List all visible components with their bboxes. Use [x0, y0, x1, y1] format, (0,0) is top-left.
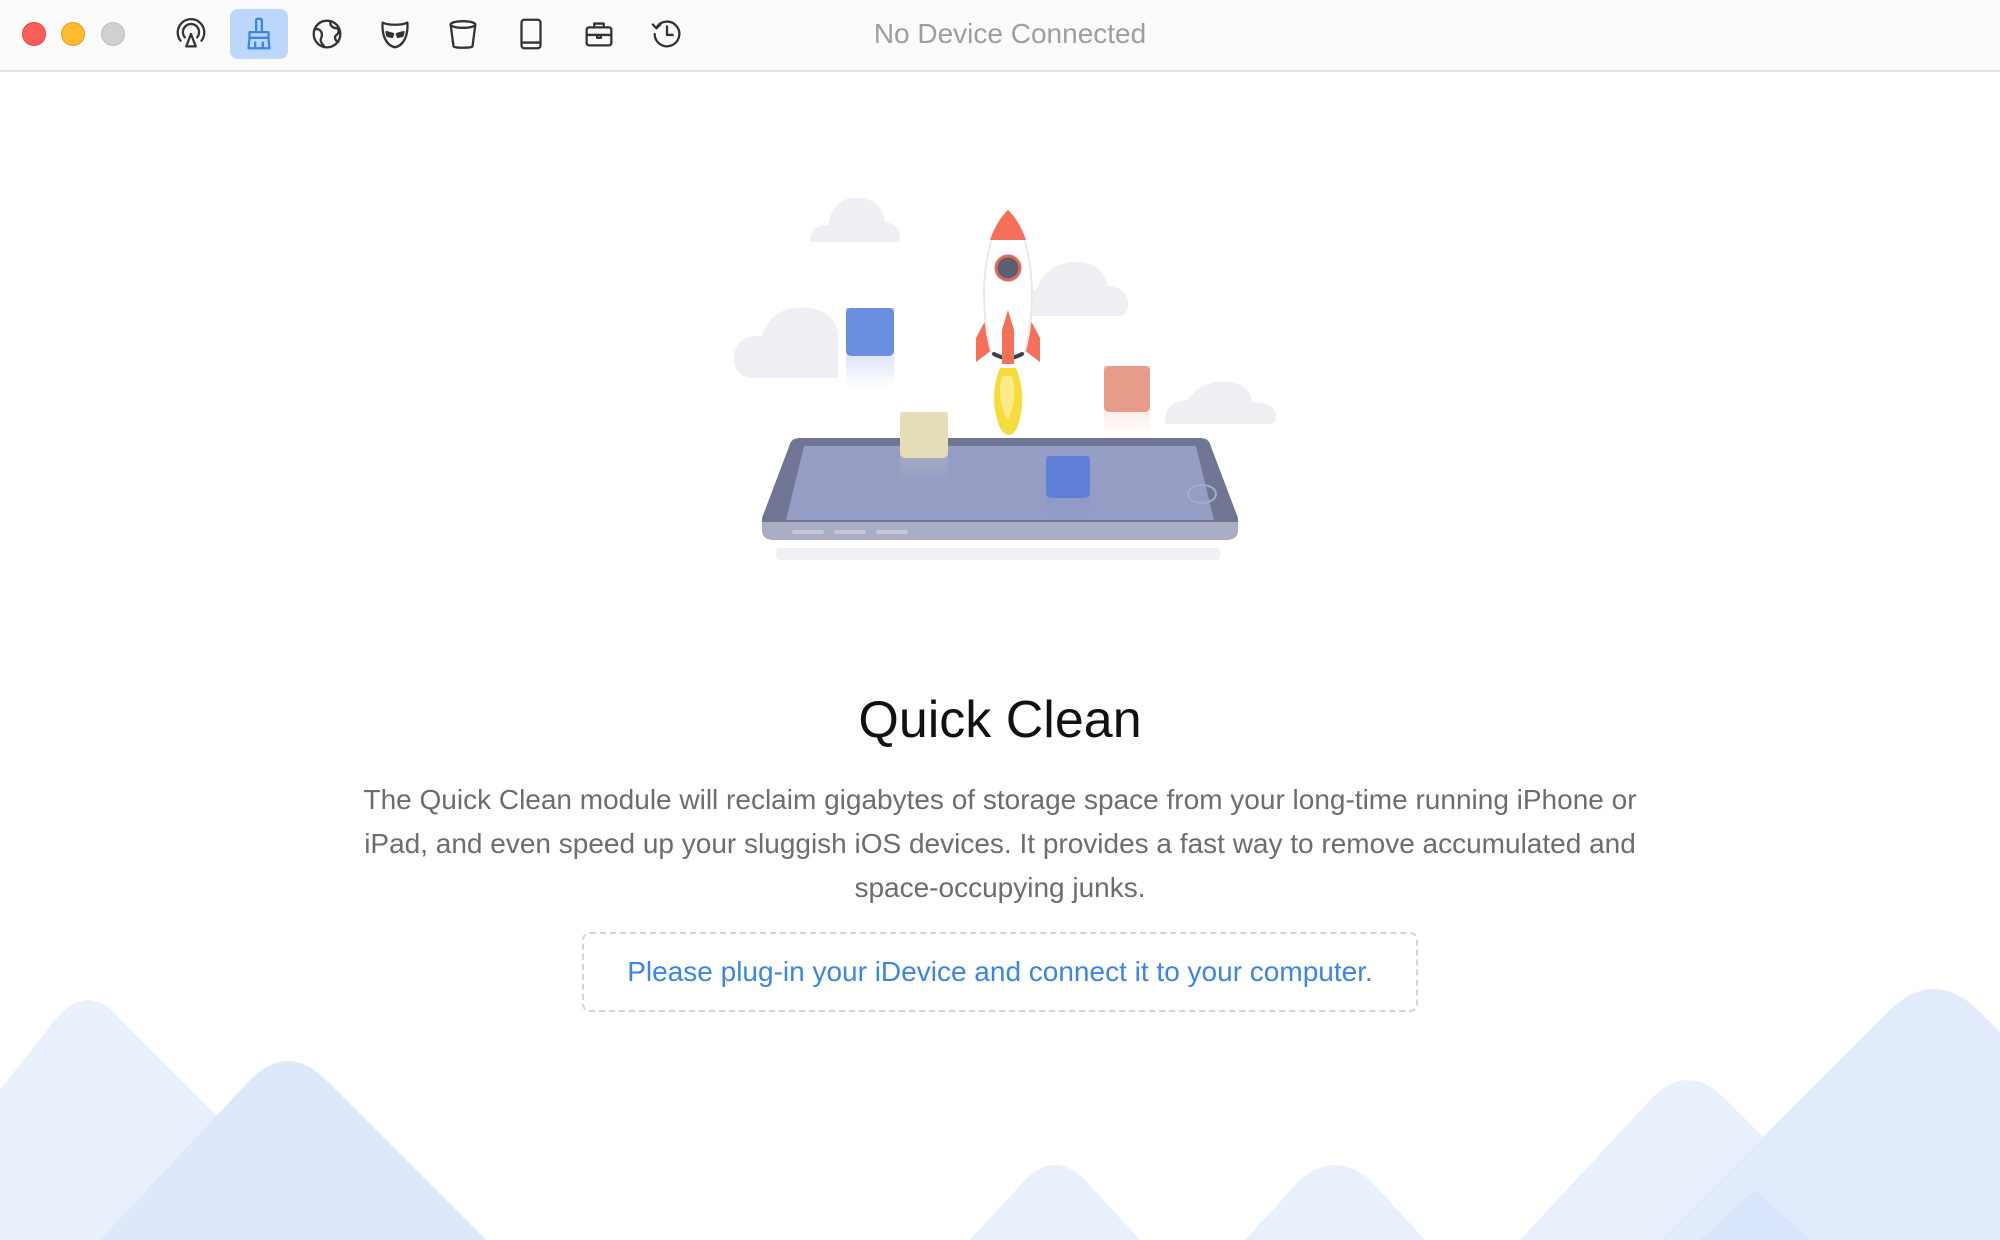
connect-device-prompt: Please plug-in your iDevice and connect …	[582, 932, 1418, 1012]
toolbar-junk-clean-button[interactable]	[434, 9, 492, 59]
app-window: No Device Connected Quick Clean The Quic…	[0, 0, 2000, 1240]
toolbar	[162, 9, 696, 59]
toolbar-toolbox-button[interactable]	[570, 9, 628, 59]
toolbar-quick-clean-button[interactable]	[230, 9, 288, 59]
toolbar-device-button[interactable]	[502, 9, 560, 59]
module-description: The Quick Clean module will reclaim giga…	[363, 784, 1637, 903]
toolbar-history-button[interactable]	[638, 9, 696, 59]
title-bar: No Device Connected	[0, 0, 2000, 72]
connect-device-text: Please plug-in your iDevice and connect …	[627, 956, 1373, 987]
history-icon	[651, 20, 681, 48]
rocket-device-illustration	[733, 197, 1276, 560]
toolbar-internet-clean-button[interactable]	[298, 9, 356, 59]
briefcase-icon	[585, 22, 613, 47]
globe-icon	[312, 19, 342, 49]
mask-icon	[381, 21, 409, 49]
airplay-icon	[176, 17, 206, 48]
tablet-icon	[520, 18, 542, 50]
broom-icon	[247, 17, 271, 50]
toolbar-privacy-clean-button[interactable]	[366, 9, 424, 59]
page-title: Quick Clean	[858, 691, 1142, 749]
bucket-icon	[449, 20, 477, 49]
toolbar-airbackup-button[interactable]	[162, 9, 220, 59]
